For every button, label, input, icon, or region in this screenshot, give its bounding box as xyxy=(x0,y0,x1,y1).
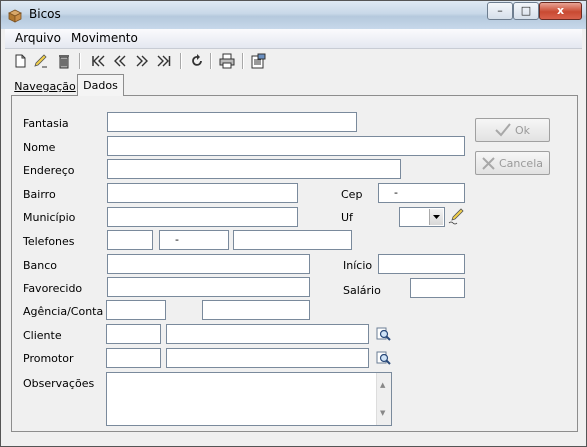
app-window: Bicos – □ x Arquivo Movimento Navegação … xyxy=(0,0,587,447)
toolbar-separator xyxy=(210,53,212,69)
inicio-label: Início xyxy=(343,259,373,272)
menu-bar: Arquivo Movimento xyxy=(5,29,582,49)
cliente-code-field[interactable] xyxy=(106,324,161,344)
chevron-down-icon[interactable] xyxy=(429,209,443,225)
search-icon[interactable] xyxy=(376,351,391,366)
agencia-conta-label: Agência/Conta xyxy=(23,305,104,318)
title-bar[interactable]: Bicos – □ x xyxy=(1,1,586,29)
edit-icon[interactable] xyxy=(31,52,49,70)
prev-icon[interactable] xyxy=(111,52,129,70)
fantasia-field[interactable] xyxy=(107,112,357,132)
banco-field[interactable] xyxy=(107,254,310,274)
promotor-name-field[interactable] xyxy=(166,348,369,368)
observacoes-scrollbar[interactable]: ▲ ▼ xyxy=(376,373,391,425)
report-icon[interactable] xyxy=(249,52,267,70)
inicio-field[interactable] xyxy=(378,254,465,274)
endereco-label: Endereço xyxy=(23,164,75,177)
bairro-field[interactable] xyxy=(107,183,298,203)
ok-button[interactable]: Ok xyxy=(475,118,550,142)
delete-icon[interactable] xyxy=(55,52,73,70)
close-button[interactable]: x xyxy=(539,2,582,20)
tab-dados[interactable]: Dados xyxy=(77,74,124,96)
tab-dados-label: Dados xyxy=(83,79,118,92)
search-icon[interactable] xyxy=(376,327,391,342)
nome-label: Nome xyxy=(23,141,56,154)
toolbar-separator xyxy=(242,53,244,69)
scroll-up-icon[interactable]: ▲ xyxy=(380,376,385,394)
municipio-field[interactable] xyxy=(107,207,298,227)
refresh-icon[interactable] xyxy=(188,52,206,70)
cep-label: Cep xyxy=(341,188,363,201)
endereco-field[interactable] xyxy=(107,159,401,179)
app-icon xyxy=(8,9,22,23)
promotor-label: Promotor xyxy=(23,352,74,365)
observacoes-label: Observações xyxy=(23,377,95,390)
tab-navegacao-label: Navegação xyxy=(14,80,76,93)
x-icon xyxy=(482,156,495,170)
maximize-button[interactable]: □ xyxy=(513,2,539,20)
first-icon[interactable] xyxy=(89,52,107,70)
municipio-label: Município xyxy=(23,211,76,224)
promotor-code-field[interactable] xyxy=(106,348,161,368)
toolbar xyxy=(5,49,582,73)
uf-label: Uf xyxy=(341,211,353,224)
last-icon[interactable] xyxy=(155,52,173,70)
salario-label: Salário xyxy=(343,284,381,297)
tab-navegacao[interactable]: Navegação xyxy=(14,77,76,96)
telefone-number-field[interactable]: - xyxy=(159,230,229,250)
cep-field[interactable]: - xyxy=(378,183,465,203)
print-icon[interactable] xyxy=(218,52,236,70)
conta-field[interactable] xyxy=(202,300,310,320)
menu-arquivo[interactable]: Arquivo xyxy=(15,31,61,45)
observacoes-textarea[interactable]: ▲ ▼ xyxy=(106,372,392,426)
nome-field[interactable] xyxy=(107,136,465,156)
uf-select[interactable] xyxy=(399,207,445,227)
toolbar-separator xyxy=(180,53,182,69)
window-title: Bicos xyxy=(29,7,61,21)
telefone-ddd-field[interactable] xyxy=(107,230,153,250)
agencia-field[interactable] xyxy=(106,300,166,320)
next-icon[interactable] xyxy=(133,52,151,70)
favorecido-field[interactable] xyxy=(107,277,310,297)
cliente-label: Cliente xyxy=(23,329,62,342)
bairro-label: Bairro xyxy=(23,188,56,201)
cancela-button[interactable]: Cancela xyxy=(475,151,550,175)
ok-button-label: Ok xyxy=(514,123,531,137)
scroll-down-icon[interactable]: ▼ xyxy=(380,404,385,422)
new-icon[interactable] xyxy=(11,52,29,70)
cliente-name-field[interactable] xyxy=(166,324,369,344)
salario-field[interactable] xyxy=(410,278,465,298)
checkmark-icon xyxy=(495,123,511,137)
telefone-extra-field[interactable] xyxy=(233,230,352,250)
minimize-button[interactable]: – xyxy=(487,2,513,20)
telefones-label: Telefones xyxy=(23,235,75,248)
fantasia-label: Fantasia xyxy=(23,117,69,130)
cancela-button-label: Cancela xyxy=(498,156,543,170)
dados-panel: Fantasia Nome Endereço Bairro Município … xyxy=(11,95,578,432)
menu-movimento[interactable]: Movimento xyxy=(71,31,138,45)
banco-label: Banco xyxy=(23,259,58,272)
toolbar-separator xyxy=(79,53,81,69)
favorecido-label: Favorecido xyxy=(23,282,83,295)
pencil-icon[interactable] xyxy=(448,207,466,225)
